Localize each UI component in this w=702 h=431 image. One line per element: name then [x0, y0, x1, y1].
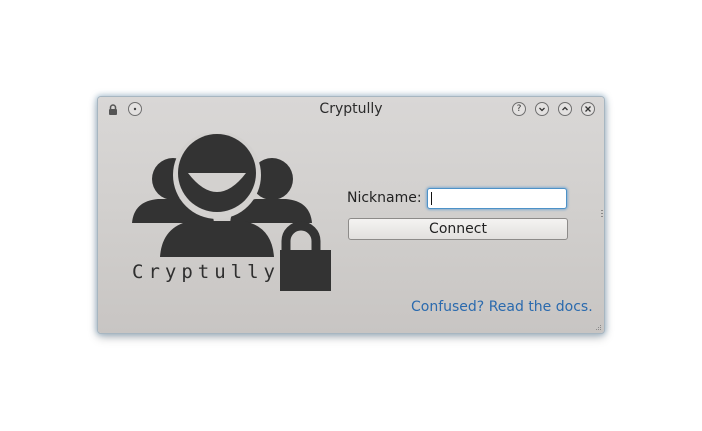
nickname-label: Nickname: [347, 190, 422, 206]
side-grip-icon[interactable] [601, 210, 603, 218]
close-icon[interactable] [581, 102, 595, 116]
app-window: Cryptully ? Cryptully Nickname: Connect … [98, 97, 604, 333]
docs-link[interactable]: Confused? Read the docs. [411, 299, 593, 315]
maximize-icon[interactable] [558, 102, 572, 116]
window-title: Cryptully [319, 101, 383, 117]
logo-text: Cryptully [132, 261, 280, 283]
title-bar[interactable]: Cryptully ? [98, 97, 604, 123]
nickname-input[interactable] [427, 188, 567, 209]
minimize-icon[interactable] [535, 102, 549, 116]
resize-grip-icon[interactable] [596, 325, 602, 331]
text-caret [431, 192, 432, 205]
connect-button[interactable]: Connect [348, 218, 568, 240]
help-icon[interactable]: ? [512, 102, 526, 116]
